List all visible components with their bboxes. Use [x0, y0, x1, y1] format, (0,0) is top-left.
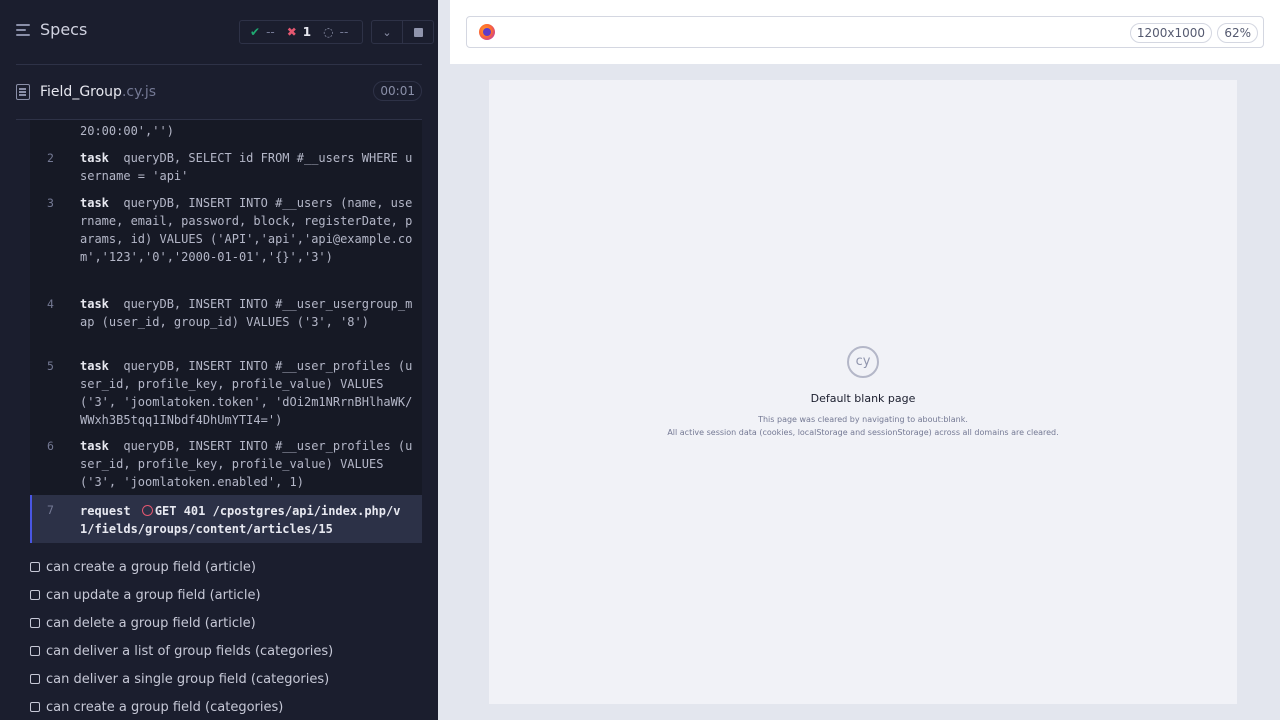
command-name: task — [80, 439, 109, 453]
test-item[interactable]: can deliver a list of group fields (cate… — [30, 637, 422, 665]
command-message: queryDB, SELECT id FROM #__users WHERE u… — [80, 151, 413, 183]
test-item[interactable]: can create a group field (categories) — [30, 693, 422, 720]
stop-button[interactable] — [403, 21, 433, 43]
pending-stat: ◌ -- — [323, 25, 349, 39]
command-name: request — [80, 504, 131, 518]
command-row[interactable]: 5 task queryDB, INSERT INTO #__user_prof… — [30, 357, 422, 431]
stop-icon — [413, 27, 423, 37]
viewport-size-badge[interactable]: 1200x1000 — [1129, 23, 1212, 43]
run-controls: ⌄ — [371, 20, 434, 44]
test-item[interactable]: can create a group field (article) — [30, 553, 422, 581]
zoom-badge[interactable]: 62% — [1217, 23, 1258, 43]
command-name: task — [80, 151, 109, 165]
pending-test-icon — [30, 562, 40, 572]
pending-test-icon — [30, 702, 40, 712]
aut-header: 1200x1000 62% — [450, 0, 1280, 64]
command-name: task — [80, 196, 109, 210]
command-row[interactable]: 3 task queryDB, INSERT INTO #__users (na… — [30, 194, 422, 286]
command-row[interactable]: 4 task queryDB, INSERT INTO #__user_user… — [30, 295, 422, 351]
app-under-test: 1200x1000 62% cy Default blank page This… — [450, 0, 1280, 720]
spec-file-ext: .cy.js — [121, 84, 157, 100]
command-name: task — [80, 297, 109, 311]
failed-circle-icon — [141, 505, 153, 516]
reporter-panel: Specs ✔ -- ✖ 1 ◌ -- ⌄ Field_Group.cy.js — [0, 0, 438, 720]
command-message: queryDB, INSERT INTO #__user_profiles (u… — [80, 439, 413, 489]
command-name: task — [80, 359, 109, 373]
divider — [16, 64, 422, 65]
test-item[interactable]: can deliver a single group field (catego… — [30, 665, 422, 693]
pending-test-icon — [30, 674, 40, 684]
spec-file-name: Field_Group — [40, 84, 122, 100]
pending-test-icon — [30, 646, 40, 656]
test-list: can create a group field (article) can u… — [30, 553, 422, 720]
file-icon — [16, 84, 30, 100]
specs-button[interactable]: Specs — [16, 20, 87, 39]
command-row[interactable]: 20:00:00','') — [30, 122, 422, 142]
specs-label: Specs — [40, 20, 88, 39]
test-item[interactable]: can delete a group field (article) — [30, 609, 422, 637]
duration-badge: 00:01 — [373, 81, 422, 101]
firefox-icon — [479, 24, 495, 40]
blank-page-title: Default blank page — [810, 392, 916, 405]
aut-viewport: cy Default blank page This page was clea… — [489, 80, 1237, 704]
spec-file-header[interactable]: Field_Group .cy.js 00:01 — [16, 80, 422, 104]
command-row[interactable]: 6 task queryDB, INSERT INTO #__user_prof… — [30, 437, 422, 493]
command-message: queryDB, INSERT INTO #__user_profiles (u… — [80, 359, 413, 427]
pending-test-icon — [30, 618, 40, 628]
reporter-header: Specs ✔ -- ✖ 1 ◌ -- ⌄ — [0, 0, 438, 65]
cypress-logo-icon: cy — [847, 346, 879, 378]
command-log: 20:00:00','') 2 task queryDB, SELECT id … — [30, 120, 422, 543]
spinner-icon: ◌ — [323, 25, 334, 39]
blank-page-line1: This page was cleared by navigating to a… — [758, 415, 968, 424]
command-message: queryDB, INSERT INTO #__user_usergroup_m… — [80, 297, 413, 329]
stats-bar: ✔ -- ✖ 1 ◌ -- — [239, 20, 363, 44]
passed-stat: ✔ -- — [250, 25, 275, 39]
collapse-button[interactable]: ⌄ — [372, 21, 403, 43]
failed-stat: ✖ 1 — [286, 25, 312, 39]
check-icon: ✔ — [250, 25, 261, 39]
x-icon: ✖ — [286, 25, 297, 39]
test-item[interactable]: can update a group field (article) — [30, 581, 422, 609]
menu-icon — [16, 23, 32, 37]
command-row[interactable]: 2 task queryDB, SELECT id FROM #__users … — [30, 149, 422, 187]
blank-page-message: cy Default blank page This page was clea… — [489, 346, 1237, 439]
url-bar[interactable]: 1200x1000 62% — [466, 16, 1264, 48]
chevron-down-icon: ⌄ — [382, 25, 392, 39]
command-message: queryDB, INSERT INTO #__users (name, use… — [80, 196, 413, 264]
pending-test-icon — [30, 590, 40, 600]
command-row-failed[interactable]: 7 request GET 401 /cpostgres/api/index.p… — [30, 495, 422, 543]
blank-page-line2: All active session data (cookies, localS… — [667, 428, 1059, 437]
